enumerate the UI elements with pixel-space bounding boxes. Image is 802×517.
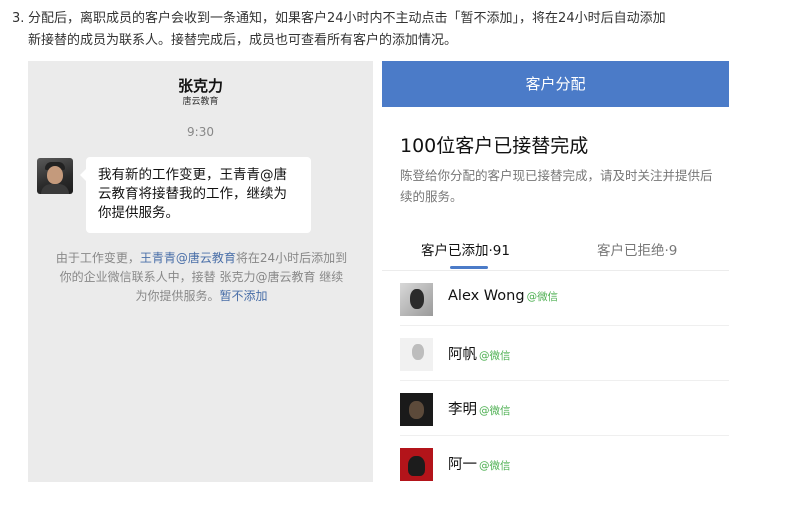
customer-avatar xyxy=(400,338,433,371)
system-notice: 由于工作变更，王青青@唐云教育将在24小时后添加到你的企业微信联系人中，接替 张… xyxy=(54,249,349,306)
wechat-tag: @微信 xyxy=(479,350,511,362)
customer-avatar xyxy=(400,283,433,316)
wechat-tag: @微信 xyxy=(479,405,511,417)
customer-avatar xyxy=(400,393,433,426)
panel-header: 客户分配 xyxy=(382,61,729,107)
notice-text-prefix: 由于工作变更， xyxy=(55,251,140,265)
wechat-tag: @微信 xyxy=(526,291,559,303)
panel-title: 100位客户已接替完成 xyxy=(400,135,589,157)
customer-item[interactable]: 李明 @微信 xyxy=(382,381,729,436)
sender-avatar[interactable] xyxy=(37,158,73,194)
wechat-tag: @微信 xyxy=(479,460,511,472)
customer-name: 阿帆 xyxy=(448,347,477,363)
panel-description: 陈登给你分配的客户现已接替完成，请及时关注并提供后续的服务。 xyxy=(400,168,713,204)
customer-tabs: 客户已添加·91 客户已拒绝·9 xyxy=(382,229,729,271)
chat-contact-org: 唐云教育 xyxy=(182,97,219,107)
customer-name: Alex Wong xyxy=(448,288,525,304)
customer-assignment-panel: 客户分配 100位客户已接替完成 陈登给你分配的客户现已接替完成，请及时关注并提… xyxy=(382,61,729,482)
tab-added[interactable]: 客户已添加·91 xyxy=(421,239,510,259)
chat-contact-name: 张克力 xyxy=(177,77,223,95)
customer-name: 阿一 xyxy=(448,457,477,473)
customer-item[interactable]: Alex Wong @微信 xyxy=(382,271,729,326)
successor-link[interactable]: 王青青@唐云教育 xyxy=(140,251,236,265)
customer-item[interactable]: 阿一 @微信 xyxy=(382,436,729,482)
active-tab-indicator xyxy=(450,266,488,269)
message-bubble: 我有新的工作变更，王青青@唐云教育将接替我的工作，继续为你提供服务。 xyxy=(80,157,311,233)
tab-rejected[interactable]: 客户已拒绝·9 xyxy=(597,239,677,259)
step-number: 3. xyxy=(12,11,25,26)
instruction-line-2: 新接替的成员为联系人。接替完成后，成员也可查看所有客户的添加情况。 xyxy=(28,33,458,48)
instruction-line-1: 分配后，离职成员的客户会收到一条通知，如果客户24小时内不主动点击「暂不添加」，… xyxy=(28,11,666,26)
instruction-text: 3. 分配后，离职成员的客户会收到一条通知，如果客户24小时内不主动点击「暂不添加… xyxy=(12,8,792,52)
chat-timestamp: 9:30 xyxy=(187,125,214,139)
chat-screenshot: 张克力 唐云教育 9:30 我有新的工作变更，王青青@唐云教育将接替我的工作，继… xyxy=(28,61,373,482)
defer-add-link[interactable]: 暂不添加 xyxy=(220,289,268,303)
customer-avatar xyxy=(400,448,433,481)
customer-name: 李明 xyxy=(448,402,477,418)
customer-item[interactable]: 阿帆 @微信 xyxy=(382,326,729,381)
